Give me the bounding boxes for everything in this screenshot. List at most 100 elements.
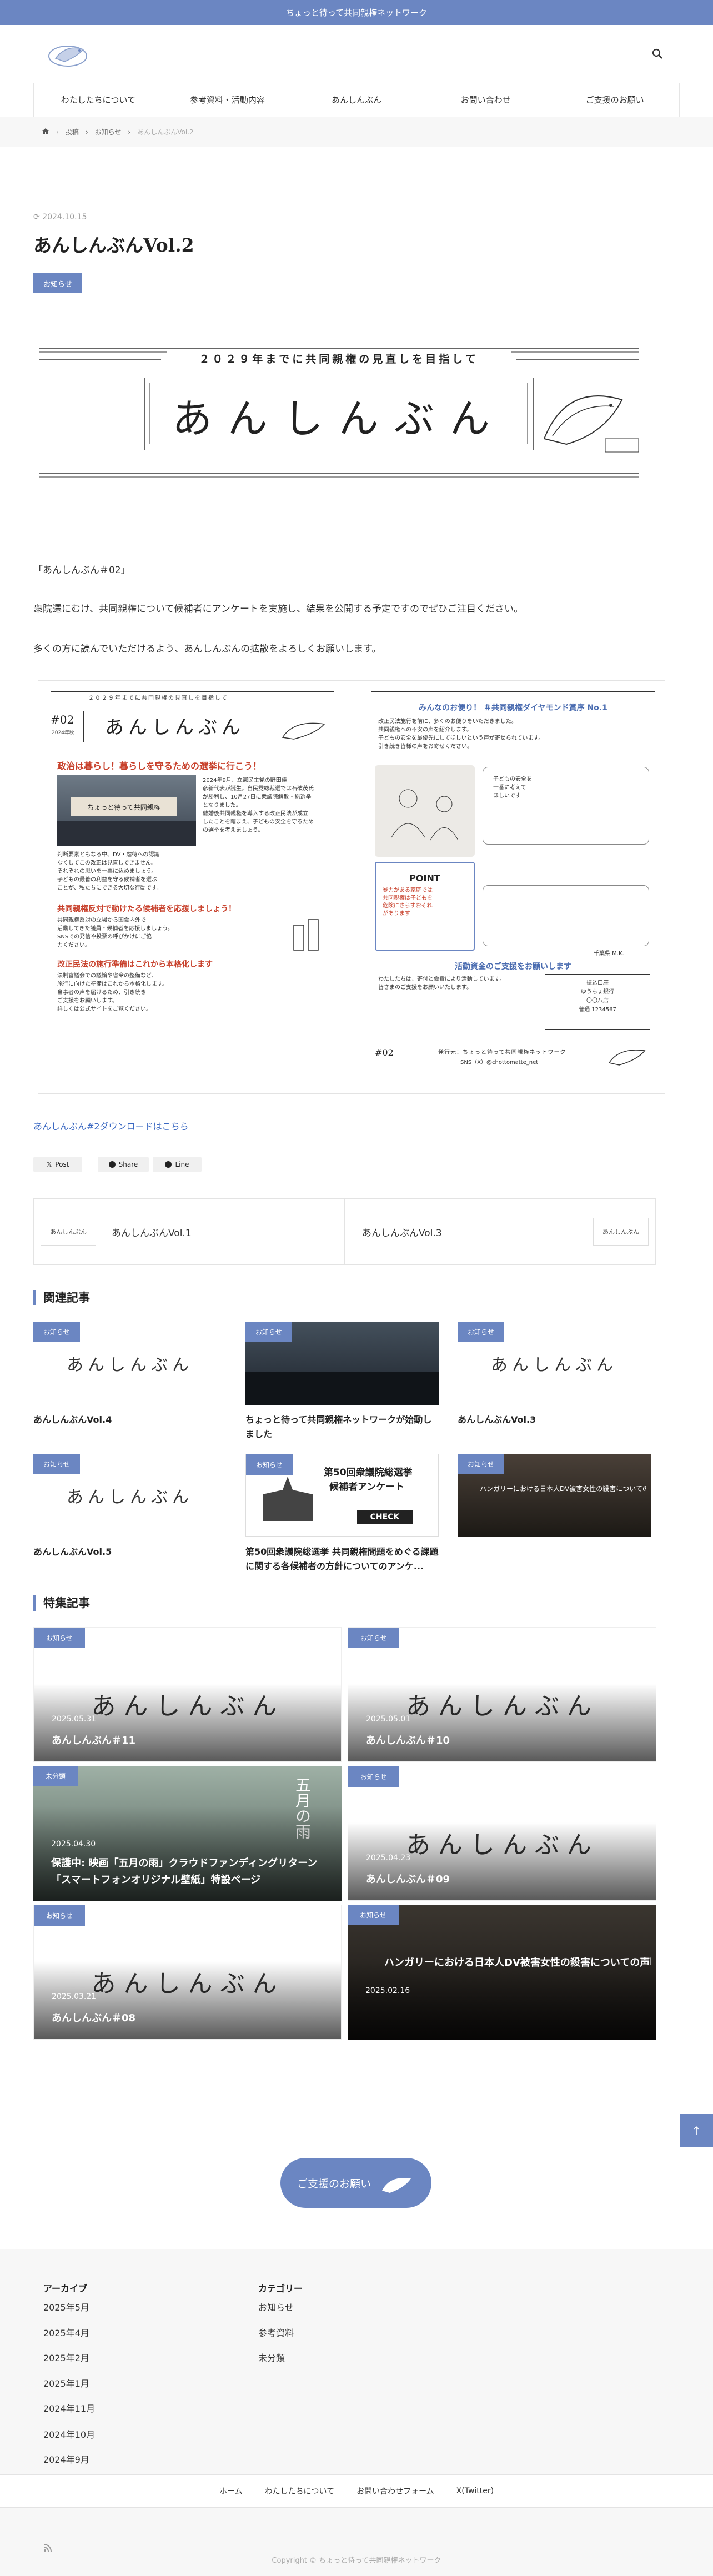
nl-point-title: POINT <box>409 873 440 883</box>
feature-card[interactable]: お知らせ あんしんぶん 2025.05.01 あんしんぶん＃10 <box>348 1627 656 1762</box>
share-line-button[interactable]: Line <box>153 1157 202 1172</box>
nl-signature: 千葉県 M.K. <box>594 951 624 957</box>
nl-point-text: 暴力がある家庭では 共同親権は子どもを 危険にさらすおそれ があります <box>376 883 474 921</box>
related-card[interactable]: お知らせ ハンガリーにおける日本人DV被害女性の殺害についての声明 <box>458 1454 651 1545</box>
card-tag: お知らせ <box>348 1766 399 1787</box>
card-title: あんしんぶん＃09 <box>366 1874 450 1885</box>
card-date: 2025.05.31 <box>52 1715 97 1724</box>
archive-link[interactable]: 2024年9月 <box>43 2452 89 2465</box>
x-icon: 𝕏 <box>46 1161 52 1168</box>
card-tag: お知らせ <box>458 1454 504 1474</box>
feature-card[interactable]: お知らせ あんしんぶん 2025.03.21 あんしんぶん＃08 <box>33 1905 342 2040</box>
archive-link[interactable]: 2024年10月 <box>43 2427 95 2441</box>
site-logo[interactable] <box>44 37 94 71</box>
card-date: 2025.04.23 <box>366 1854 411 1862</box>
nl-headline-3: 改正民法の施行準備はこれから本格化します <box>57 960 213 969</box>
post-date-text: 2024.10.15 <box>42 213 87 222</box>
nl-line: 振込口座 <box>586 980 609 986</box>
rss-link[interactable] <box>43 2543 52 2552</box>
nav-item-anshinbun[interactable]: あんしんぶん <box>292 83 421 117</box>
card-title: ちょっと待って共同親権ネットワークが始動しました <box>245 1414 432 1439</box>
nl-line: ご支援をお願いします。 <box>57 998 118 1004</box>
feature-card[interactable]: お知らせ あんしんぶん 2025.04.23 あんしんぶん＃09 <box>348 1766 656 1901</box>
archive-link[interactable]: 2025年5月 <box>43 2300 89 2313</box>
nl-line: ことが、私たちにできる大切な行動です。 <box>57 885 162 891</box>
breadcrumb-home[interactable] <box>42 128 49 137</box>
footer-nav-contact[interactable]: お問い合わせフォーム <box>356 2485 434 2497</box>
related-card[interactable]: お知らせ ちょっと待って共同親権ネットワークが始動しました <box>245 1322 439 1442</box>
card-image-crowd <box>245 1372 439 1405</box>
breadcrumb-category[interactable]: お知らせ <box>95 127 122 137</box>
site-footer <box>0 2249 713 2576</box>
survey-line-1: 第50回衆議院総選挙 <box>324 1467 413 1478</box>
prev-post-title: あんしんぶんVol.1 <box>112 1227 192 1239</box>
footer-nav-about[interactable]: わたしたちについて <box>264 2485 334 2497</box>
site-header <box>0 25 713 81</box>
raised-fists-icon <box>293 919 319 951</box>
footer-nav-x[interactable]: X(Twitter) <box>456 2487 494 2495</box>
card-tag: お知らせ <box>348 1628 399 1648</box>
body-paragraph-3: 多くの方に読んでいただけるよう、あんしんぶんの拡散をよろしくお願いします。 <box>33 644 381 655</box>
nl-photo-crowd <box>57 821 196 846</box>
next-post-thumbnail: あんしんぶん <box>593 1218 649 1246</box>
nl-speech-text: 子どもの安全を 一番に考えて ほしいです <box>483 767 649 808</box>
next-post-link[interactable]: あんしんぶんVol.3 あんしんぶん <box>345 1198 656 1265</box>
nav-item-support[interactable]: ご支援のお願い <box>550 83 680 117</box>
related-card[interactable]: お知らせ あんしんぶん あんしんぶんVol.5 <box>33 1454 227 1559</box>
footer-nav-home[interactable]: ホーム <box>219 2485 243 2497</box>
nl-line: 子どもの安全を <box>493 776 532 782</box>
nl-bank-box: 振込口座 ゆうちょ銀行 〇〇八店 普通 1234567 <box>545 974 650 1030</box>
prev-post-link[interactable]: あんしんぶん あんしんぶんVol.1 <box>33 1198 345 1265</box>
rule <box>83 711 84 742</box>
support-button[interactable]: ご支援のお願い <box>280 2158 431 2208</box>
archive-link[interactable]: 2025年1月 <box>43 2376 89 2389</box>
chevron-right-icon: › <box>85 128 88 136</box>
nl-line: わたしたちは、寄付と会費により活動しています。 <box>378 976 505 982</box>
home-icon <box>42 128 49 134</box>
rss-icon <box>43 2544 52 2552</box>
category-button[interactable]: お知らせ <box>33 273 82 293</box>
bird-logo-icon <box>282 722 325 740</box>
category-link[interactable]: 参考資料 <box>258 2326 294 2339</box>
search-button[interactable] <box>652 48 663 59</box>
related-card[interactable]: お知らせ あんしんぶん あんしんぶんVol.3 <box>458 1322 651 1427</box>
nl-line: 子どもの安全を最優先にしてほしいという声が寄せられています。 <box>378 735 544 741</box>
hero-title: あんしんぶん <box>172 395 505 442</box>
category-link[interactable]: 未分類 <box>258 2351 285 2364</box>
nl-line: それぞれの思いを一票に込めましょう。 <box>57 868 157 875</box>
nl-name: あんしんぶん <box>105 716 245 739</box>
nl-text-block: わたしたちは、寄付と会費により活動しています。 皆さまのご支援をお願いいたします… <box>378 975 534 992</box>
feature-card[interactable]: お知らせ ハンガリーにおける日本人DV被害女性の殺害についての声明 2025.0… <box>348 1905 656 2040</box>
archive-link[interactable]: 2024年11月 <box>43 2401 95 2414</box>
features-heading: 特集記事 <box>33 1595 90 1611</box>
share-x-button[interactable]: 𝕏 Post <box>33 1157 82 1172</box>
feature-card[interactable]: お知らせ あんしんぶん 2025.05.31 あんしんぶん＃11 <box>33 1627 342 1762</box>
nav-item-about[interactable]: わたしたちについて <box>33 83 163 117</box>
nl-line: となりました。 <box>203 802 242 809</box>
nl-headline-2: 共同親権反対で動けたる候補者を応援しましょう！ <box>57 905 236 913</box>
download-link[interactable]: あんしんぶん#2ダウンロードはこちら <box>33 1119 189 1132</box>
feature-card[interactable]: 未分類 五月の雨 2025.04.30 保護中: 映画「五月の雨」クラウドファン… <box>33 1766 342 1901</box>
card-date: 2025.05.01 <box>366 1715 411 1724</box>
card-title: 第50回衆議院総選挙 共同親権問題をめぐる課題に関する各候補者の方針についてのア… <box>245 1546 439 1571</box>
share-facebook-button[interactable]: Share <box>98 1157 149 1172</box>
page-top-button[interactable]: ↑ <box>680 2114 713 2147</box>
archive-link[interactable]: 2025年4月 <box>43 2326 89 2339</box>
bird-logo-icon <box>382 2177 411 2193</box>
card-tag: お知らせ <box>348 1905 399 1925</box>
related-card[interactable]: お知らせ あんしんぶん あんしんぶんVol.4 <box>33 1322 227 1427</box>
page-title: あんしんぶんVol.2 <box>33 234 194 256</box>
nav-item-contact[interactable]: お問い合わせ <box>420 83 550 117</box>
category-link[interactable]: お知らせ <box>258 2300 294 2313</box>
nl-right-headline: みんなのお便り！ ＃共同親権ダイヤモンド賞序 No.1 <box>419 704 607 712</box>
archive-link[interactable]: 2025年2月 <box>43 2351 89 2364</box>
breadcrumb-posts[interactable]: 投稿 <box>66 127 79 137</box>
related-card[interactable]: お知らせ 第50回衆議院総選挙 候補者アンケート CHECK 第50回衆議院総選… <box>245 1454 439 1574</box>
card-tag: お知らせ <box>34 1905 85 1926</box>
nl-issue: #02 <box>51 713 74 726</box>
card-image-text: ハンガリーにおける日本人DV被害女性の殺害についての声明 <box>480 1485 646 1493</box>
nl-line: 暴力がある家庭では <box>383 887 433 893</box>
nl-headline-1: 政治は暮らし！暮らしを守るための選挙に行こう！ <box>57 761 262 771</box>
nav-item-resources[interactable]: 参考資料・活動内容 <box>162 83 292 117</box>
nl-photo: ちょっと待って共同親権 <box>57 775 196 846</box>
